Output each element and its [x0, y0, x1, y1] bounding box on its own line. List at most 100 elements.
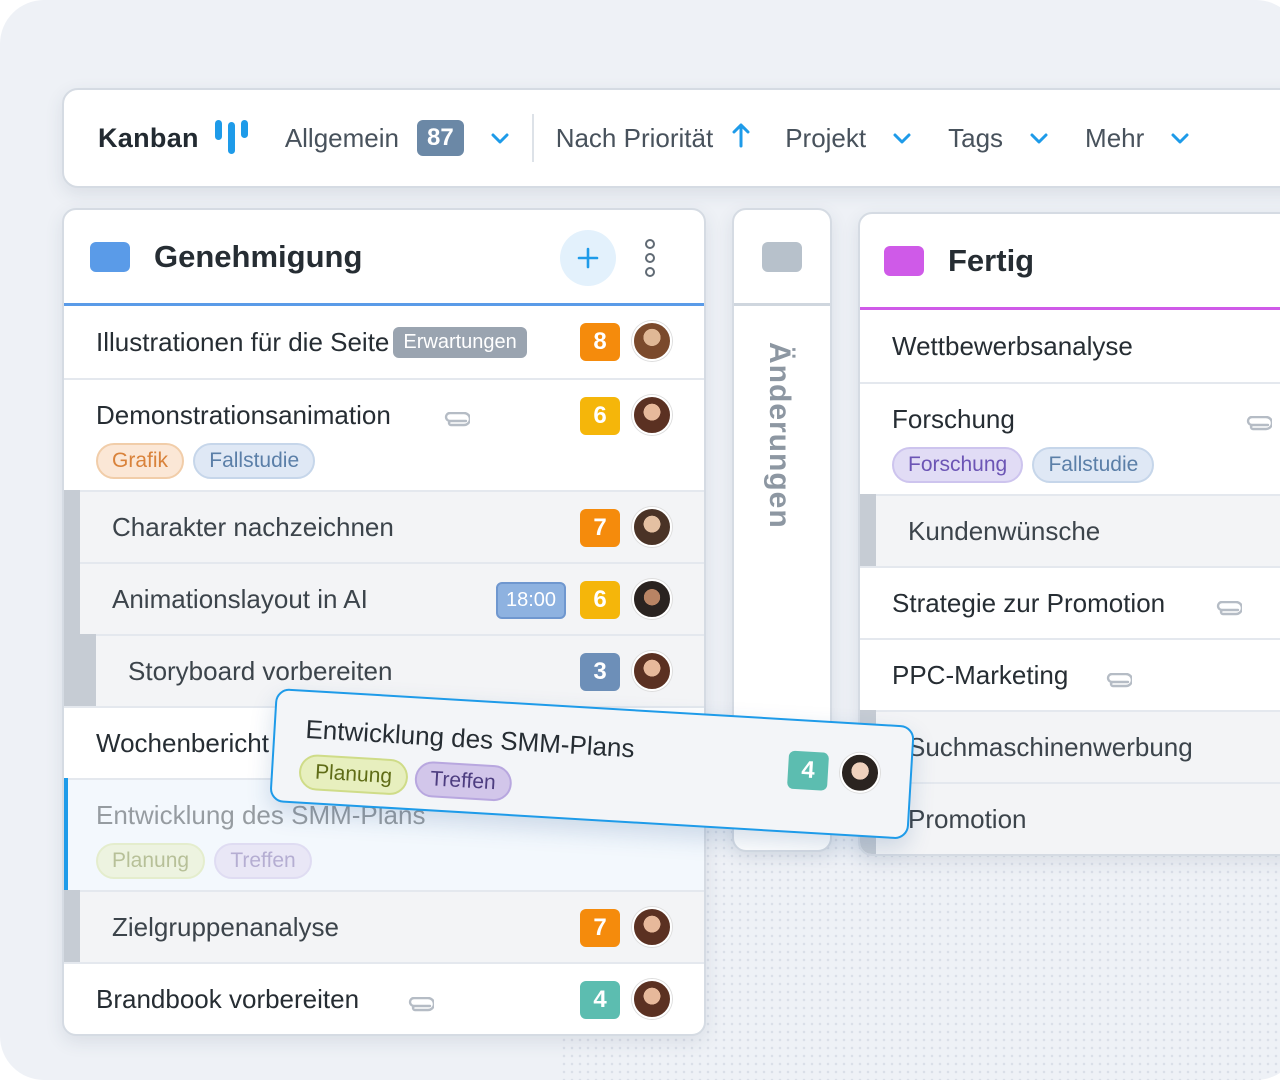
column-title: Änderungen: [763, 342, 796, 529]
add-card-button[interactable]: [560, 230, 616, 286]
task-card[interactable]: Forschung Forschung Fallstudie: [860, 382, 1280, 494]
app-background: Kanban Allgemein 87 Nach Priorität Proje…: [0, 0, 1280, 1080]
priority-badge: 3: [580, 653, 620, 691]
subtask-card[interactable]: Charakter nachzeichnen 7: [64, 490, 704, 562]
toolbar-divider: [531, 114, 534, 162]
priority-badge: 4: [786, 750, 830, 791]
sort-label: Nach Priorität: [555, 122, 714, 153]
kanban-logo-icon: [214, 120, 249, 156]
task-tag: Grafik: [96, 443, 185, 479]
chevron-down-icon[interactable]: [1027, 126, 1051, 150]
task-tag: Erwartungen: [393, 326, 527, 358]
attachment-icon: [406, 991, 436, 1022]
project-label: Projekt: [785, 122, 867, 153]
avatar[interactable]: [632, 321, 672, 361]
project-dropdown[interactable]: Projekt: [785, 123, 914, 154]
due-time-badge: 18:00: [496, 582, 567, 619]
attachment-icon: [1214, 595, 1244, 626]
tags-dropdown[interactable]: Tags: [948, 123, 1051, 154]
task-tag: Planung: [298, 753, 410, 796]
subtask-card[interactable]: Suchmaschinenwerbung: [860, 710, 1280, 782]
avatar[interactable]: [632, 507, 672, 547]
attachment-icon: [1244, 410, 1274, 441]
task-tag: Planung: [96, 843, 206, 879]
avatar[interactable]: [838, 751, 882, 794]
subtask-card[interactable]: Zielgruppenanalyse 7: [64, 890, 704, 962]
task-card[interactable]: Illustrationen für die Seite Erwartungen…: [64, 306, 704, 378]
task-title: Animationslayout in AI: [112, 583, 368, 614]
task-tag: Fallstudie: [1032, 447, 1155, 483]
task-tag: Forschung: [892, 447, 1024, 483]
column-title: Fertig: [948, 242, 1035, 278]
chevron-down-icon[interactable]: [488, 126, 512, 150]
indent-bar: [64, 562, 80, 634]
column-menu-button[interactable]: [640, 238, 660, 283]
column-approval: Genehmigung Illustrationen für die Seite…: [62, 208, 706, 1036]
task-title: Strategie zur Promotion: [892, 587, 1166, 618]
avatar[interactable]: [632, 579, 672, 619]
column-color-swatch: [762, 241, 802, 272]
drop-indicator: [64, 778, 68, 890]
task-card[interactable]: Strategie zur Promotion: [860, 566, 1280, 638]
task-title: Brandbook vorbereiten: [96, 983, 360, 1014]
avatar[interactable]: [632, 395, 672, 435]
arrow-up-icon: [731, 122, 751, 155]
task-title: Promotion: [908, 803, 1027, 834]
avatar[interactable]: [632, 651, 672, 691]
indent-bar: [64, 890, 80, 962]
toolbar: Kanban Allgemein 87 Nach Priorität Proje…: [62, 88, 1280, 188]
chevron-down-icon[interactable]: [1168, 126, 1192, 150]
sort-button[interactable]: Nach Priorität: [556, 122, 752, 155]
column-done: Fertig Wettbewerbsanalyse Forschung Fors…: [858, 212, 1280, 856]
task-card[interactable]: Wettbewerbsanalyse: [860, 310, 1280, 382]
task-tag: Fallstudie: [193, 443, 316, 479]
task-tag: Treffen: [413, 760, 513, 803]
column-color-swatch: [90, 241, 130, 272]
task-title: Illustrationen für die Seite: [96, 326, 390, 357]
attachment-icon: [442, 406, 472, 437]
priority-badge: 4: [580, 981, 620, 1019]
task-title: Demonstrationsanimation: [96, 400, 391, 430]
column-title: Genehmigung: [154, 238, 363, 274]
column-color-swatch: [884, 245, 924, 276]
indent-bar: [64, 490, 80, 562]
filter-label: Allgemein: [284, 122, 399, 153]
task-title: Zielgruppenanalyse: [112, 911, 339, 942]
task-title: Wochenbericht: [96, 727, 269, 758]
filter-dropdown[interactable]: Allgemein 87: [285, 120, 512, 156]
priority-badge: 7: [580, 509, 620, 547]
task-title: PPC-Marketing: [892, 659, 1069, 690]
filter-count-badge: 87: [416, 120, 464, 156]
task-title: Charakter nachzeichnen: [112, 511, 394, 542]
task-card[interactable]: Brandbook vorbereiten 4: [64, 962, 704, 1034]
more-dropdown[interactable]: Mehr: [1085, 123, 1192, 154]
task-title: Storyboard vorbereiten: [128, 655, 393, 686]
column-header: Fertig: [860, 214, 1280, 310]
task-tag: Treffen: [214, 843, 312, 879]
attachment-icon: [1104, 667, 1134, 698]
chevron-down-icon[interactable]: [890, 126, 914, 150]
avatar[interactable]: [632, 907, 672, 947]
subtask-card[interactable]: Kundenwünsche: [860, 494, 1280, 566]
task-card[interactable]: PPC-Marketing: [860, 638, 1280, 710]
subtask-card[interactable]: Promotion: [860, 782, 1280, 854]
indent-bar: [860, 494, 876, 566]
more-label: Mehr: [1085, 122, 1145, 153]
task-title: Wettbewerbsanalyse: [892, 330, 1133, 361]
task-title: Forschung: [892, 404, 1015, 434]
task-title: Kundenwünsche: [908, 515, 1101, 546]
avatar[interactable]: [632, 979, 672, 1019]
priority-badge: 6: [580, 397, 620, 435]
indent-bar: [64, 634, 96, 706]
subtask-card[interactable]: Animationslayout in AI 18:00 6: [64, 562, 704, 634]
more-vertical-icon: [645, 239, 655, 277]
column-header: Genehmigung: [64, 210, 704, 306]
task-title: Suchmaschinenwerbung: [908, 731, 1193, 762]
priority-badge: 6: [580, 581, 620, 619]
tags-label: Tags: [948, 122, 1004, 153]
plus-icon: [577, 247, 599, 269]
priority-badge: 8: [580, 323, 620, 361]
board-title: Kanban: [98, 122, 199, 153]
task-card[interactable]: Demonstrationsanimation Grafik Fallstudi…: [64, 378, 704, 490]
priority-badge: 7: [580, 909, 620, 947]
